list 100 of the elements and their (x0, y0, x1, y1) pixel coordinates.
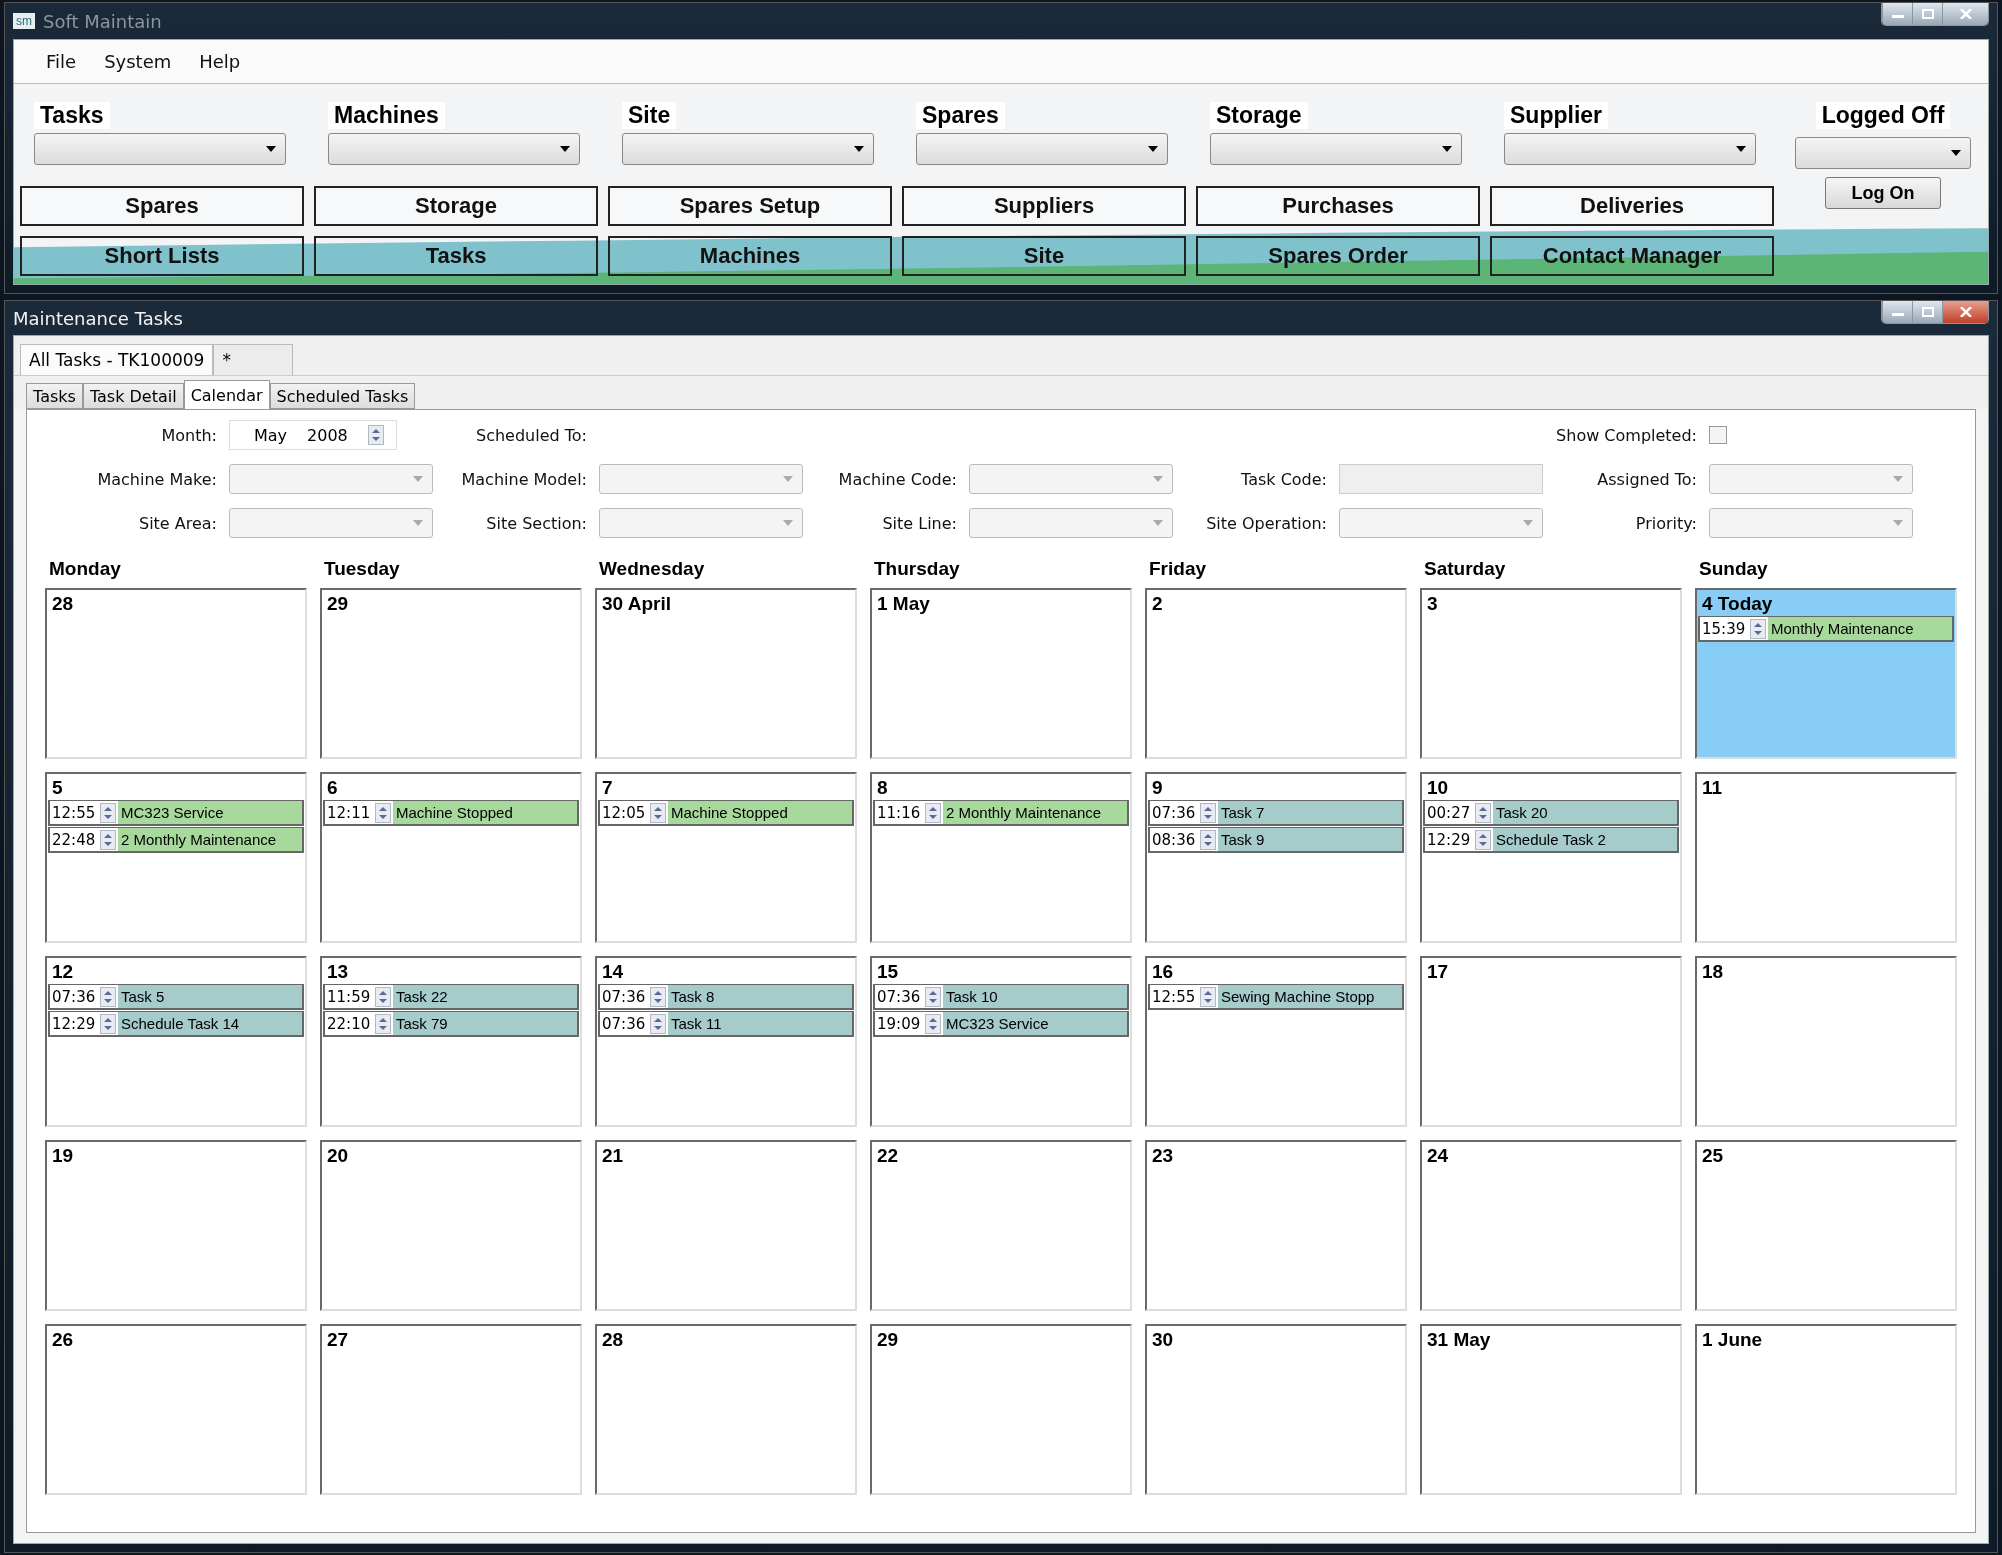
calendar-event[interactable]: 12:55 Sewing Machine Stopp (1148, 984, 1404, 1010)
spinner-icon[interactable] (650, 802, 666, 823)
day-cell[interactable]: 8 11:16 2 Monthly Maintenance (870, 772, 1132, 943)
day-cell[interactable]: 20 (320, 1140, 582, 1311)
day-cell[interactable]: 2 (1145, 588, 1407, 759)
dropdown[interactable] (916, 133, 1168, 165)
nav-button[interactable]: Purchases (1196, 186, 1480, 226)
checkbox[interactable] (1709, 426, 1727, 444)
calendar-event[interactable]: 12:55 MC323 Service (48, 800, 304, 826)
log-on-button[interactable]: Log On (1825, 177, 1941, 209)
calendar-event[interactable]: 00:27 Task 20 (1423, 800, 1679, 826)
calendar-event[interactable]: 12:29 Schedule Task 14 (48, 1011, 304, 1037)
close-button[interactable] (1942, 301, 1988, 323)
time-field[interactable]: 08:36 (1150, 828, 1218, 851)
combo-box[interactable] (969, 508, 1173, 538)
day-cell[interactable]: 13 11:59 Task 22 22:10 Task 79 (320, 956, 582, 1127)
combo-box[interactable] (599, 464, 803, 494)
day-cell[interactable]: 3 (1420, 588, 1682, 759)
calendar-event[interactable]: 08:36 Task 9 (1148, 827, 1404, 853)
tab[interactable]: Scheduled Tasks (269, 383, 416, 409)
day-cell[interactable]: 1 June (1695, 1324, 1957, 1495)
close-button[interactable] (1942, 3, 1988, 25)
nav-button[interactable]: Machines (608, 236, 892, 276)
calendar-event[interactable]: 22:10 Task 79 (323, 1011, 579, 1037)
day-cell[interactable]: 28 (595, 1324, 857, 1495)
calendar-event[interactable]: 07:36 Task 7 (1148, 800, 1404, 826)
time-field[interactable]: 12:29 (50, 1012, 118, 1035)
document-tab[interactable]: All Tasks - TK100009 (20, 344, 214, 375)
day-cell[interactable]: 22 (870, 1140, 1132, 1311)
spinner-icon[interactable] (100, 986, 116, 1007)
day-cell[interactable]: 11 (1695, 772, 1957, 943)
day-cell[interactable]: 24 (1420, 1140, 1682, 1311)
dropdown[interactable] (328, 133, 580, 165)
time-field[interactable]: 19:09 (875, 1012, 943, 1035)
time-field[interactable]: 07:36 (1150, 801, 1218, 824)
day-cell[interactable]: 15 07:36 Task 10 19:09 MC323 Service (870, 956, 1132, 1127)
spinner-icon[interactable] (650, 986, 666, 1007)
day-cell[interactable]: 6 12:11 Machine Stopped (320, 772, 582, 943)
time-field[interactable]: 22:10 (325, 1012, 393, 1035)
time-field[interactable]: 11:59 (325, 985, 393, 1008)
text-field[interactable] (1339, 464, 1543, 494)
day-cell[interactable]: 28 (45, 588, 307, 759)
spinner-icon[interactable] (367, 425, 384, 445)
time-field[interactable]: 12:55 (50, 801, 118, 824)
nav-button[interactable]: Spares (20, 186, 304, 226)
nav-button[interactable]: Site (902, 236, 1186, 276)
time-field[interactable]: 07:36 (875, 985, 943, 1008)
day-cell[interactable]: 21 (595, 1140, 857, 1311)
combo-box[interactable] (969, 464, 1173, 494)
calendar-event[interactable]: 07:36 Task 10 (873, 984, 1129, 1010)
day-cell[interactable]: 26 (45, 1324, 307, 1495)
tab[interactable]: Calendar (183, 380, 270, 410)
day-cell[interactable]: 29 (320, 588, 582, 759)
combo-box[interactable] (599, 508, 803, 538)
time-field[interactable]: 15:39 (1700, 617, 1768, 640)
calendar-event[interactable]: 12:11 Machine Stopped (323, 800, 579, 826)
spinner-icon[interactable] (1750, 618, 1766, 639)
spinner-icon[interactable] (375, 802, 391, 823)
maximize-button[interactable] (1912, 3, 1942, 25)
calendar-event[interactable]: 07:36 Task 8 (598, 984, 854, 1010)
spinner-icon[interactable] (1200, 802, 1216, 823)
nav-button[interactable]: Storage (314, 186, 598, 226)
day-cell[interactable]: 4 Today 15:39 Monthly Maintenance (1695, 588, 1957, 759)
day-cell[interactable]: 5 12:55 MC323 Service 22:48 2 Monthly Maintenance (45, 772, 307, 943)
day-cell[interactable]: 31 May (1420, 1324, 1682, 1495)
dropdown[interactable] (1795, 137, 1971, 169)
dropdown[interactable] (622, 133, 874, 165)
time-field[interactable]: 07:36 (600, 1012, 668, 1035)
calendar-event[interactable]: 22:48 2 Monthly Maintenance (48, 827, 304, 853)
combo-box[interactable] (1339, 508, 1543, 538)
spinner-icon[interactable] (650, 1013, 666, 1034)
time-field[interactable]: 12:55 (1150, 985, 1218, 1008)
nav-button[interactable]: Spares Setup (608, 186, 892, 226)
day-cell[interactable]: 30 April (595, 588, 857, 759)
calendar-event[interactable]: 12:29 Schedule Task 2 (1423, 827, 1679, 853)
time-field[interactable]: 07:36 (50, 985, 118, 1008)
spinner-icon[interactable] (1200, 829, 1216, 850)
combo-box[interactable] (1709, 464, 1913, 494)
nav-button[interactable]: Short Lists (20, 236, 304, 276)
calendar-event[interactable]: 07:36 Task 11 (598, 1011, 854, 1037)
minimize-button[interactable] (1882, 301, 1912, 323)
spinner-icon[interactable] (925, 802, 941, 823)
spinner-icon[interactable] (375, 1013, 391, 1034)
time-field[interactable]: 00:27 (1425, 801, 1493, 824)
menu-item[interactable]: System (90, 51, 186, 72)
spinner-icon[interactable] (1475, 829, 1491, 850)
menu-item[interactable]: File (32, 51, 91, 72)
spinner-icon[interactable] (100, 829, 116, 850)
maximize-button[interactable] (1912, 301, 1942, 323)
time-field[interactable]: 11:16 (875, 801, 943, 824)
nav-button[interactable]: Tasks (314, 236, 598, 276)
day-cell[interactable]: 25 (1695, 1140, 1957, 1311)
dropdown[interactable] (1504, 133, 1756, 165)
time-field[interactable]: 12:29 (1425, 828, 1493, 851)
day-cell[interactable]: 18 (1695, 956, 1957, 1127)
day-cell[interactable]: 17 (1420, 956, 1682, 1127)
day-cell[interactable]: 9 07:36 Task 7 08:36 Task 9 (1145, 772, 1407, 943)
calendar-event[interactable]: 11:59 Task 22 (323, 984, 579, 1010)
minimize-button[interactable] (1882, 3, 1912, 25)
time-field[interactable]: 07:36 (600, 985, 668, 1008)
